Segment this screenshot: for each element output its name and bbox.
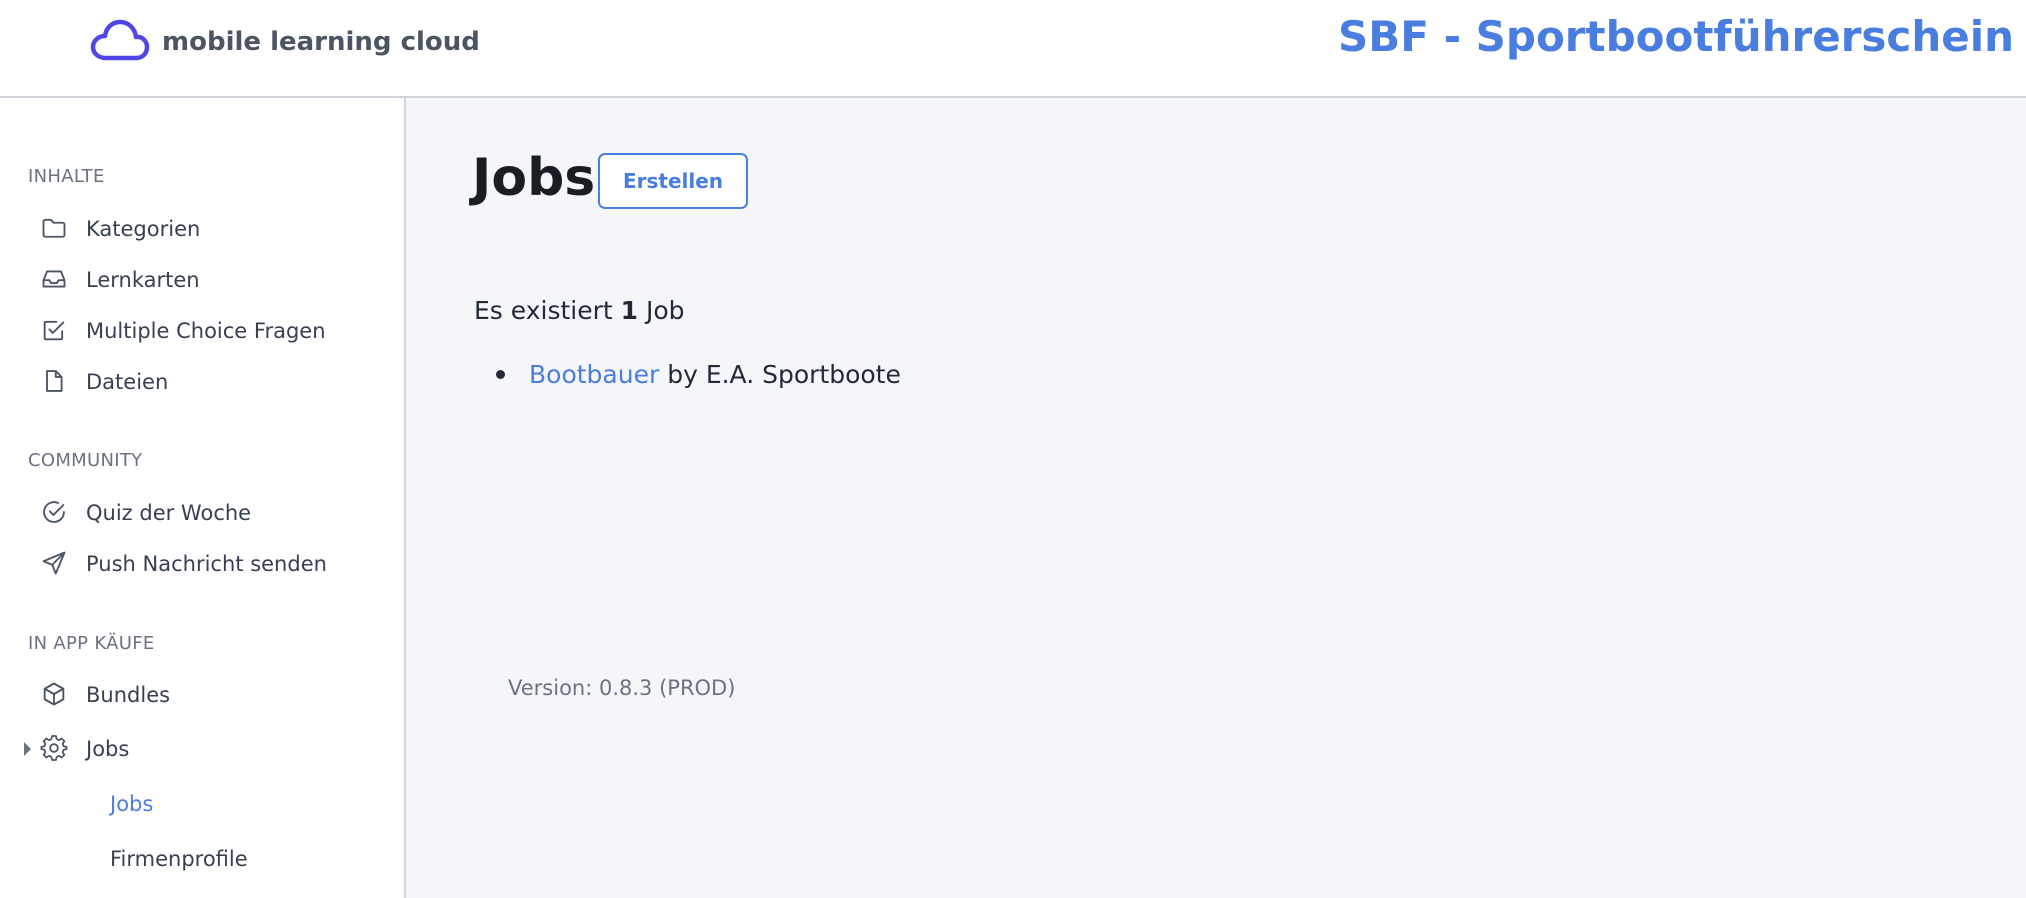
app-title: SBF - Sportbootführerschein <box>1338 12 2014 61</box>
section-title-inhalte: INHALTE <box>28 166 105 187</box>
cube-icon <box>40 680 70 710</box>
logo[interactable]: mobile learning cloud <box>90 18 480 66</box>
sidebar-item-kategorien[interactable]: Kategorien <box>40 209 200 249</box>
job-list: Bootbauer by E.A. Sportboote <box>474 360 901 389</box>
sidebar-item-label: Jobs <box>86 737 130 761</box>
sidebar-item-push-nachricht-senden[interactable]: Push Nachricht senden <box>40 544 327 584</box>
sidebar-item-jobs[interactable]: Jobs <box>40 729 129 769</box>
sidebar-item-label: Bundles <box>86 683 171 707</box>
sidebar-item-label: Lernkarten <box>86 268 200 292</box>
sidebar: INHALTE Kategorien Lernkarten Multiple C… <box>0 98 406 898</box>
page-title: Jobs <box>472 148 596 208</box>
job-link[interactable]: Bootbauer <box>529 360 659 389</box>
app-header: mobile learning cloud SBF - Sportbootfüh… <box>0 0 2026 98</box>
sidebar-item-label: Kategorien <box>86 217 201 241</box>
logo-text: mobile learning cloud <box>162 27 480 57</box>
version-text: Version: 0.8.3 (PROD) <box>508 676 736 700</box>
count-suffix: Job <box>646 296 685 325</box>
sidebar-subitem-firmenprofile[interactable]: Firmenprofile <box>110 839 248 879</box>
job-company: by E.A. Sportboote <box>667 360 901 389</box>
expand-caret-icon[interactable] <box>24 742 31 756</box>
inbox-icon <box>40 265 70 295</box>
send-icon <box>40 549 70 579</box>
section-title-community: COMMUNITY <box>28 450 143 471</box>
main-content: Jobs Erstellen Es existiert 1 Job Bootba… <box>406 98 2026 898</box>
checkbox-icon <box>40 316 70 346</box>
job-space <box>659 360 667 389</box>
bullet-icon <box>496 370 505 379</box>
sidebar-item-label: Quiz der Woche <box>86 501 252 525</box>
section-title-in-app-kaeufe: IN APP KÄUFE <box>28 633 155 654</box>
sidebar-item-dateien[interactable]: Dateien <box>40 362 168 402</box>
sidebar-subitem-jobs[interactable]: Jobs <box>110 784 153 824</box>
check-circle-icon <box>40 498 70 528</box>
job-count: 1 <box>620 296 639 325</box>
list-item: Bootbauer by E.A. Sportboote <box>474 360 901 389</box>
sidebar-item-label: Push Nachricht senden <box>86 552 327 576</box>
create-button[interactable]: Erstellen <box>598 153 748 209</box>
sidebar-item-bundles[interactable]: Bundles <box>40 675 170 715</box>
gear-icon <box>40 734 70 764</box>
sidebar-item-label: Multiple Choice Fragen <box>86 319 326 343</box>
count-prefix: Es existiert <box>474 296 613 325</box>
sidebar-item-lernkarten[interactable]: Lernkarten <box>40 260 200 300</box>
job-count-text: Es existiert 1 Job <box>474 296 685 325</box>
cloud-icon <box>90 18 150 66</box>
folder-icon <box>40 214 70 244</box>
sidebar-item-multiple-choice-fragen[interactable]: Multiple Choice Fragen <box>40 311 326 351</box>
sidebar-item-label: Dateien <box>86 370 169 394</box>
sidebar-item-quiz-der-woche[interactable]: Quiz der Woche <box>40 493 251 533</box>
file-icon <box>40 367 70 397</box>
